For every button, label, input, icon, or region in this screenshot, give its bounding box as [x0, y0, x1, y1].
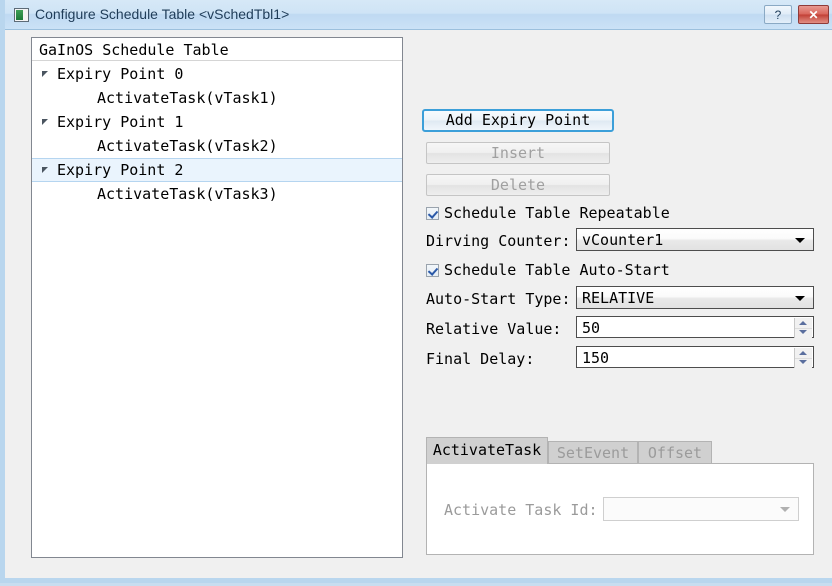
final-delay-input[interactable]: 150: [582, 349, 609, 367]
tree-item-expiry-point-0[interactable]: Expiry Point 0: [32, 62, 402, 86]
tree-item-label: Expiry Point 0: [57, 65, 184, 83]
spinner-up-icon[interactable]: [799, 321, 807, 325]
checkbox-icon[interactable]: [426, 264, 439, 277]
tree-item-activatetask-vtask3[interactable]: ActivateTask(vTask3): [32, 182, 402, 206]
relative-value-input[interactable]: 50: [582, 319, 600, 337]
client-area: GaInOS Schedule Table Expiry Point 0 Act…: [10, 30, 832, 578]
spinner-divider: [795, 328, 812, 329]
add-expiry-point-button[interactable]: Add Expiry Point: [422, 109, 614, 132]
spinner-buttons[interactable]: [794, 318, 812, 338]
tree-item-activatetask-vtask2[interactable]: ActivateTask(vTask2): [32, 134, 402, 158]
activate-task-id-combo[interactable]: [603, 497, 799, 521]
tree-item-activatetask-vtask1[interactable]: ActivateTask(vTask1): [32, 86, 402, 110]
schedule-table-autostart-row[interactable]: Schedule Table Auto-Start: [426, 261, 670, 279]
tree-item-label: Expiry Point 2: [57, 161, 184, 179]
driving-counter-value: vCounter1: [582, 231, 664, 249]
tab-setevent[interactable]: SetEvent: [548, 441, 638, 463]
title-bar: Configure Schedule Table <vSchedTbl1> ? …: [5, 0, 832, 30]
schedule-table-repeatable-row[interactable]: Schedule Table Repeatable: [426, 204, 670, 222]
activate-task-id-label: Activate Task Id:: [444, 501, 598, 519]
tree-item-expiry-point-1[interactable]: Expiry Point 1: [32, 110, 402, 134]
help-button[interactable]: ?: [764, 5, 792, 24]
driving-counter-combo[interactable]: vCounter1: [576, 228, 814, 251]
tab-offset[interactable]: Offset: [638, 441, 712, 463]
tree-item-expiry-point-2[interactable]: Expiry Point 2: [32, 158, 402, 182]
spinner-buttons[interactable]: [794, 348, 812, 368]
tree-item-label: Expiry Point 1: [57, 113, 184, 131]
window-frame: Configure Schedule Table <vSchedTbl1> ? …: [0, 0, 832, 583]
expiry-point-action-tabs: ActivateTask SetEvent Offset Activate Ta…: [426, 437, 814, 555]
checkbox-icon[interactable]: [426, 207, 439, 220]
relative-value-spinner[interactable]: 50: [576, 316, 814, 338]
autostart-type-label: Auto-Start Type:: [426, 290, 571, 308]
app-icon: [14, 8, 29, 22]
expander-icon[interactable]: [42, 167, 48, 173]
application-window: Configure Schedule Table <vSchedTbl1> ? …: [0, 0, 832, 586]
tree-item-label: ActivateTask(vTask3): [97, 185, 278, 203]
autostart-type-combo[interactable]: RELATIVE: [576, 286, 814, 309]
tab-page-activatetask: Activate Task Id:: [426, 463, 814, 555]
spinner-down-icon[interactable]: [799, 360, 807, 364]
autostart-type-value: RELATIVE: [582, 289, 655, 307]
chevron-down-icon: [780, 507, 790, 512]
expander-icon[interactable]: [42, 71, 48, 77]
tree-item-label: ActivateTask(vTask1): [97, 89, 278, 107]
spinner-divider: [795, 358, 812, 359]
relative-value-label: Relative Value:: [426, 320, 562, 338]
schedule-table-tree[interactable]: GaInOS Schedule Table Expiry Point 0 Act…: [31, 37, 403, 558]
tree-item-label: ActivateTask(vTask2): [97, 137, 278, 155]
delete-button[interactable]: Delete: [426, 174, 610, 196]
spinner-down-icon[interactable]: [799, 330, 807, 334]
tab-activatetask[interactable]: ActivateTask: [426, 437, 548, 464]
chevron-down-icon: [795, 238, 805, 243]
driving-counter-label: Dirving Counter:: [426, 232, 571, 250]
schedule-table-autostart-label: Schedule Table Auto-Start: [444, 261, 670, 279]
window-title: Configure Schedule Table <vSchedTbl1>: [35, 6, 290, 22]
schedule-table-repeatable-label: Schedule Table Repeatable: [444, 204, 670, 222]
tab-strip: ActivateTask SetEvent Offset: [426, 437, 814, 464]
insert-button[interactable]: Insert: [426, 142, 610, 164]
spinner-up-icon[interactable]: [799, 351, 807, 355]
chevron-down-icon: [795, 296, 805, 301]
final-delay-label: Final Delay:: [426, 350, 535, 368]
tree-header: GaInOS Schedule Table: [32, 38, 402, 61]
expander-icon[interactable]: [42, 119, 48, 125]
final-delay-spinner[interactable]: 150: [576, 346, 814, 368]
tree-body: Expiry Point 0 ActivateTask(vTask1) Expi…: [32, 62, 402, 206]
close-button[interactable]: ✕: [798, 5, 829, 24]
